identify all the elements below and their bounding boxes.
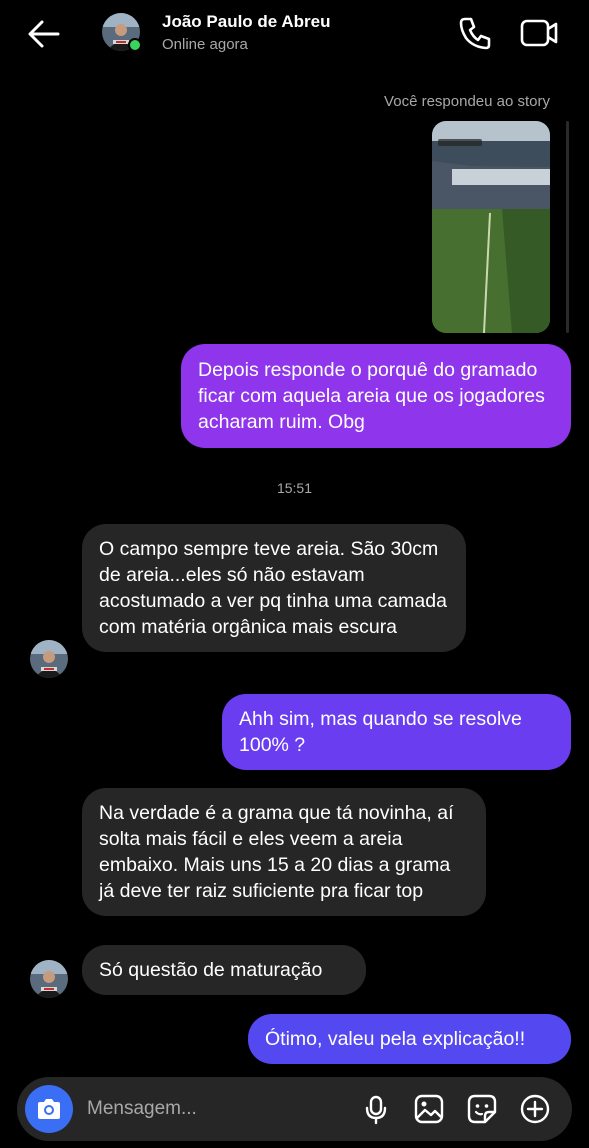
story-thumbnail[interactable] [432,121,550,333]
message-bubble-incoming[interactable]: Na verdade é a grama que tá novinha, aí … [82,788,486,916]
story-reply-note: Você respondeu ao story [384,93,550,110]
sticker-icon[interactable] [466,1093,498,1125]
message-bubble-outgoing[interactable]: Ahh sim, mas quando se resolve 100% ? [222,694,571,770]
message-bubble-incoming[interactable]: Só questão de maturação [82,945,366,995]
gallery-icon[interactable] [413,1093,445,1125]
chat-header: João Paulo de Abreu Online agora [0,0,589,70]
message-bubble-outgoing[interactable]: Ótimo, valeu pela explicação!! [248,1014,571,1064]
video-camera-icon[interactable] [518,14,560,52]
camera-icon [38,1099,60,1119]
scrollbar[interactable] [566,121,569,333]
message-input[interactable]: Mensagem... [87,1098,197,1120]
contact-status: Online agora [162,36,248,53]
message-composer: Mensagem... [17,1077,572,1141]
microphone-icon[interactable] [360,1093,392,1125]
message-timestamp: 15:51 [276,480,313,496]
online-indicator [128,38,142,52]
message-bubble-outgoing[interactable]: Depois responde o porquê do gramado fica… [181,344,571,448]
message-bubble-incoming[interactable]: O campo sempre teve areia. São 30cm de a… [82,524,466,652]
contact-avatar[interactable] [30,640,68,678]
back-arrow-icon[interactable] [24,14,64,54]
phone-icon[interactable] [456,14,494,52]
camera-button[interactable] [25,1085,73,1133]
contact-avatar[interactable] [30,960,68,998]
plus-icon[interactable] [519,1093,551,1125]
contact-name[interactable]: João Paulo de Abreu [162,12,330,32]
